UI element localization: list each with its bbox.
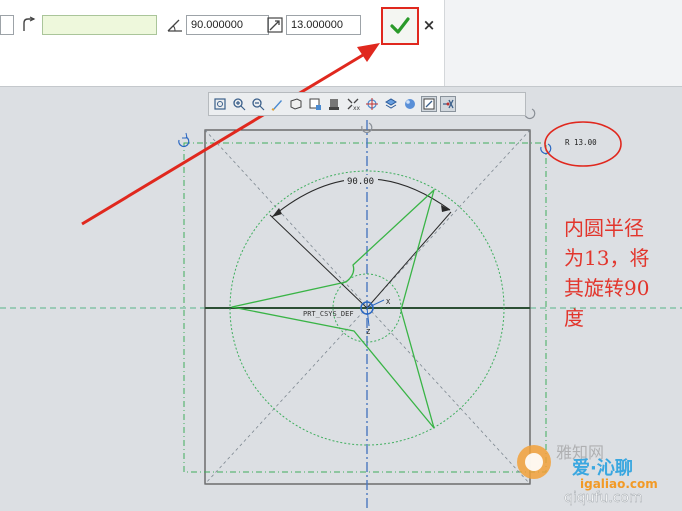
zoom-out-icon[interactable] [250, 96, 266, 112]
watermark-logo: 雅知网 爱·沁聊 igaliao.com qiqufu.com [512, 432, 672, 506]
spin-handle-right-icon[interactable] [524, 108, 536, 120]
instruction-line-4: 度 [564, 306, 584, 330]
layers-icon[interactable] [383, 96, 399, 112]
csys-x-axis [366, 299, 385, 309]
repaint-icon[interactable] [269, 96, 285, 112]
graphics-toolbar: xx [208, 92, 526, 116]
x-axis-label: X [386, 298, 391, 306]
sketch-view-icon[interactable] [421, 96, 437, 112]
csys-label: PRT_CSYS_DEF [303, 310, 354, 318]
red-pointer-arrow [81, 50, 369, 226]
red-pointer-arrowhead [357, 43, 380, 62]
svg-text:xx: xx [353, 105, 360, 111]
datum-display-icon[interactable] [326, 96, 342, 112]
instruction-line-3: 其旋转90 [564, 276, 650, 300]
watermark-text-2: 爱·沁聊 [572, 457, 633, 479]
angle-dimension-label[interactable]: 90.00 [347, 177, 374, 187]
sketch-display-icon[interactable] [440, 96, 456, 112]
watermark-text-4: qiqufu.com [564, 490, 643, 506]
render-icon[interactable] [402, 96, 418, 112]
refit-icon[interactable] [212, 96, 228, 112]
angle-witness-line-left [269, 214, 368, 309]
dimension-arrowhead-left [272, 208, 282, 217]
watermark-text-3: igaliao.com [580, 477, 658, 491]
radius-dimension-label[interactable]: R 13.00 [565, 138, 597, 147]
zoom-in-icon[interactable] [231, 96, 247, 112]
instruction-note: 内圆半径 为13，将 其旋转90 度 [564, 213, 672, 333]
spin-center-icon[interactable] [364, 96, 380, 112]
z-axis-label: Z [366, 328, 370, 336]
instruction-line-1: 内圆半径 [564, 216, 644, 240]
display-style-icon[interactable] [288, 96, 304, 112]
annotation-display-icon[interactable]: xx [345, 96, 361, 112]
instruction-line-2: 为13，将 [564, 246, 650, 270]
saved-views-icon[interactable] [307, 96, 323, 112]
angle-witness-line-right [366, 211, 452, 309]
